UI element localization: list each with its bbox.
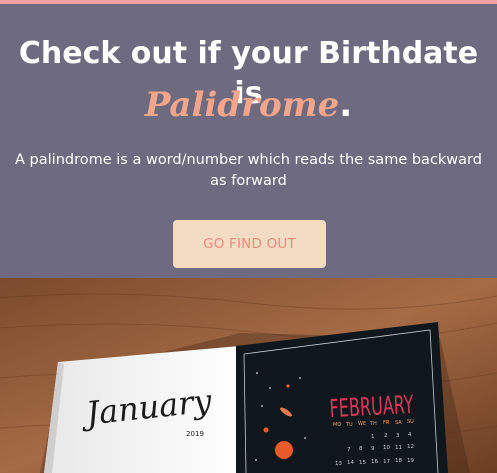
weekday-label: MO [333,422,341,428]
weekday-label: SU [407,419,414,425]
weekday-label: TH [369,421,377,427]
hero-section: Check out if your Birthdate is Palidrome… [0,4,497,278]
date-cell: 9 [371,446,375,452]
date-cell: 1 [371,434,375,440]
planet-small [263,427,269,433]
calendar-photo: January 2019 FEBRUARY MO TU WE TH FR SA … [0,278,497,473]
go-find-out-button[interactable]: GO FIND OUT [173,220,326,268]
date-cell: 13 [335,461,342,467]
date-cell: 14 [347,460,354,466]
weekday-label: SA [395,420,402,426]
left-year-label: 2019 [186,430,204,438]
date-cell: 12 [407,444,414,450]
weekday-label: WE [358,421,366,427]
date-cell: 19 [407,458,414,464]
page-title-accent-line: Palidrome. [0,82,497,128]
date-cell: 15 [359,460,366,466]
weekday-label: FR [383,420,390,426]
date-cell: 4 [408,432,412,438]
weekday-label: TU [345,422,353,428]
date-cell: 11 [395,445,402,451]
accent-word: Palidrome [144,85,340,125]
hero-description: A palindrome is a word/number which read… [15,152,482,189]
date-cell: 8 [359,446,363,452]
date-cell: 7 [347,447,351,453]
planet-orange [275,441,293,459]
date-cell: 2 [384,433,388,439]
right-month-label: FEBRUARY [329,390,415,423]
date-cell: 10 [383,445,390,451]
star-orange [286,384,290,388]
date-cell: 18 [395,458,402,464]
date-cell: 17 [383,459,390,465]
date-cell: 3 [396,433,400,439]
accent-punctuation: . [339,85,353,125]
date-cell: 16 [371,459,378,465]
